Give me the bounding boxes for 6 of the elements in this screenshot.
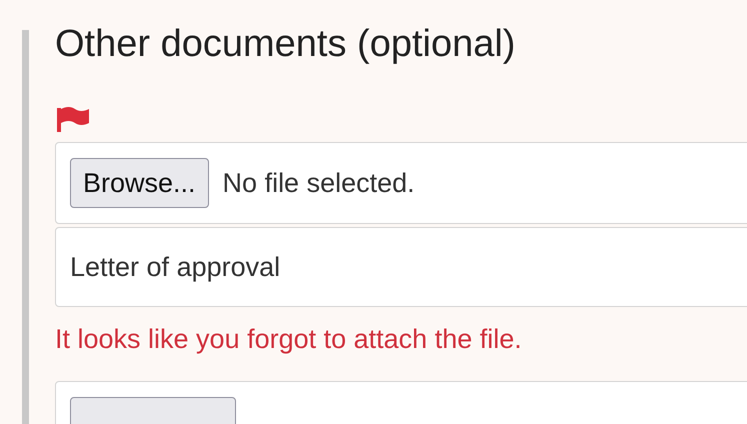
file-input[interactable]: Browse... No file selected. xyxy=(55,142,747,224)
error-message: It looks like you forgot to attach the file. xyxy=(55,323,523,356)
browse-button[interactable]: Browse... xyxy=(70,158,209,208)
file-status: No file selected. xyxy=(222,167,415,200)
text-input[interactable]: Letter of approval xyxy=(55,227,747,307)
section-heading: Other documents (optional) xyxy=(55,22,516,67)
